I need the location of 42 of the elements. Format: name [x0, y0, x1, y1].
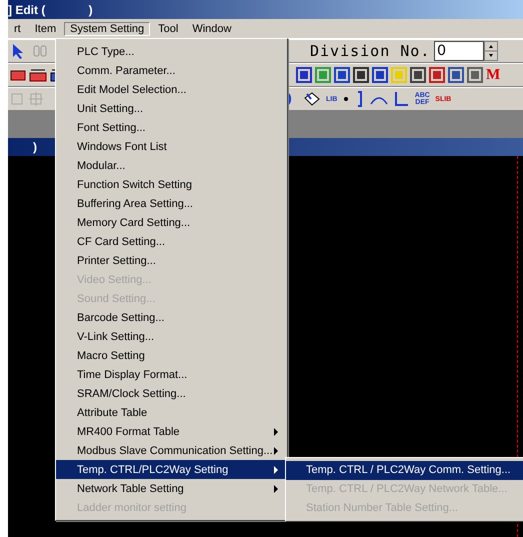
menu-item[interactable]: Barcode Setting... — [56, 308, 287, 327]
menu-item[interactable]: Buffering Area Setting... — [56, 194, 287, 213]
division-label: Division No. — [310, 42, 430, 60]
menu-item[interactable]: Network Table Setting — [56, 479, 287, 498]
menu-item[interactable]: Comm. Parameter... — [56, 61, 287, 80]
menu-item[interactable]: MR400 Format Table — [56, 422, 287, 441]
toolbar-icon[interactable] — [302, 90, 322, 108]
menu-item[interactable]: Attribute Table — [56, 403, 287, 422]
menu-item[interactable]: Time Display Format... — [56, 365, 287, 384]
menu-item[interactable]: Windows Font List — [56, 137, 287, 156]
menu-item[interactable]: V-Link Setting... — [56, 327, 287, 346]
menu-item[interactable]: Function Switch Setting — [56, 175, 287, 194]
menu-item[interactable]: Temp. CTRL/PLC2Way Setting — [56, 460, 287, 479]
division-input[interactable]: 0 — [434, 41, 484, 61]
submenu-arrow-icon — [274, 446, 279, 454]
menu-item[interactable]: Unit Setting... — [56, 99, 287, 118]
menu-bar-item[interactable]: Item — [28, 22, 62, 36]
toolbar-icon[interactable] — [296, 67, 312, 83]
menu-item[interactable]: Macro Setting — [56, 346, 287, 365]
menu-item[interactable]: CF Card Setting... — [56, 232, 287, 251]
menu-bar-item[interactable]: System Setting — [64, 22, 150, 36]
toolbar-icon[interactable] — [29, 67, 47, 83]
menu-item[interactable]: Modular... — [56, 156, 287, 175]
ruler-icon[interactable] — [393, 90, 410, 108]
submenu-arrow-icon — [274, 484, 279, 492]
toolbar-icon[interactable] — [353, 67, 369, 83]
menu-bar-item[interactable]: rt — [8, 22, 27, 36]
menu-item[interactable]: Edit Model Selection... — [56, 80, 287, 99]
toolbar-icon[interactable] — [410, 67, 426, 83]
menu-item[interactable]: Memory Card Setting... — [56, 213, 287, 232]
menu-bar-item[interactable]: Tool — [152, 22, 184, 36]
child-window-title: ) — [33, 140, 37, 154]
submenu-arrow-icon — [274, 466, 279, 474]
menu-item[interactable]: Temp. CTRL / PLC2Way Comm. Setting... — [286, 461, 523, 480]
submenu-arrow-icon — [274, 428, 279, 436]
window-title: ] Edit ( ) — [8, 2, 93, 16]
menu-item[interactable]: Printer Setting... — [56, 251, 287, 270]
menu-item[interactable]: Modbus Slave Communication Setting... — [56, 441, 287, 460]
menu-bar-item[interactable]: Window — [186, 22, 238, 36]
spinner-icon[interactable] — [484, 41, 498, 61]
menu-item[interactable]: SRAM/Clock Setting... — [56, 384, 287, 403]
menu-item[interactable]: PLC Type... — [56, 42, 287, 61]
